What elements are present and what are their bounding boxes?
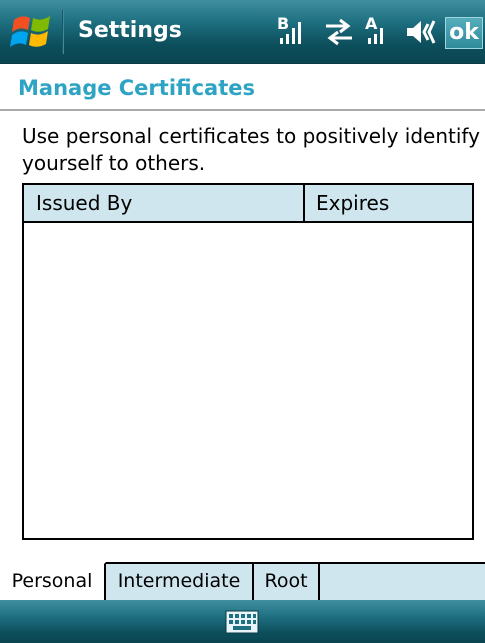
page-description: Use personal certificates to positively … — [22, 124, 480, 175]
app-title: Settings — [78, 18, 182, 43]
bluetooth-signal-icon[interactable]: B — [276, 14, 310, 50]
heading-divider — [0, 109, 485, 111]
title-separator — [62, 10, 64, 54]
svg-text:A: A — [365, 14, 378, 33]
signal-bars-icon[interactable]: A — [364, 14, 398, 50]
tab-strip: Personal Intermediate Root — [0, 562, 485, 600]
column-header-expires[interactable]: Expires — [316, 191, 389, 215]
svg-text:B: B — [277, 14, 289, 33]
sync-arrows-icon[interactable] — [322, 14, 356, 50]
column-divider[interactable] — [303, 185, 305, 221]
tab-root[interactable]: Root — [254, 562, 320, 600]
speaker-icon[interactable] — [404, 14, 438, 50]
windows-start-icon[interactable] — [8, 10, 56, 54]
title-bar: Settings B A ok — [0, 0, 485, 64]
tab-intermediate[interactable]: Intermediate — [106, 562, 254, 600]
page-title: Manage Certificates — [18, 76, 255, 100]
tab-personal[interactable]: Personal — [0, 562, 106, 600]
ok-button[interactable]: ok — [445, 17, 483, 49]
column-header-issued-by[interactable]: Issued By — [36, 191, 132, 215]
keyboard-icon[interactable] — [225, 609, 259, 635]
certificate-list[interactable]: Issued By Expires — [22, 183, 474, 540]
list-header: Issued By Expires — [24, 185, 472, 223]
bottom-menu-bar — [0, 600, 485, 643]
